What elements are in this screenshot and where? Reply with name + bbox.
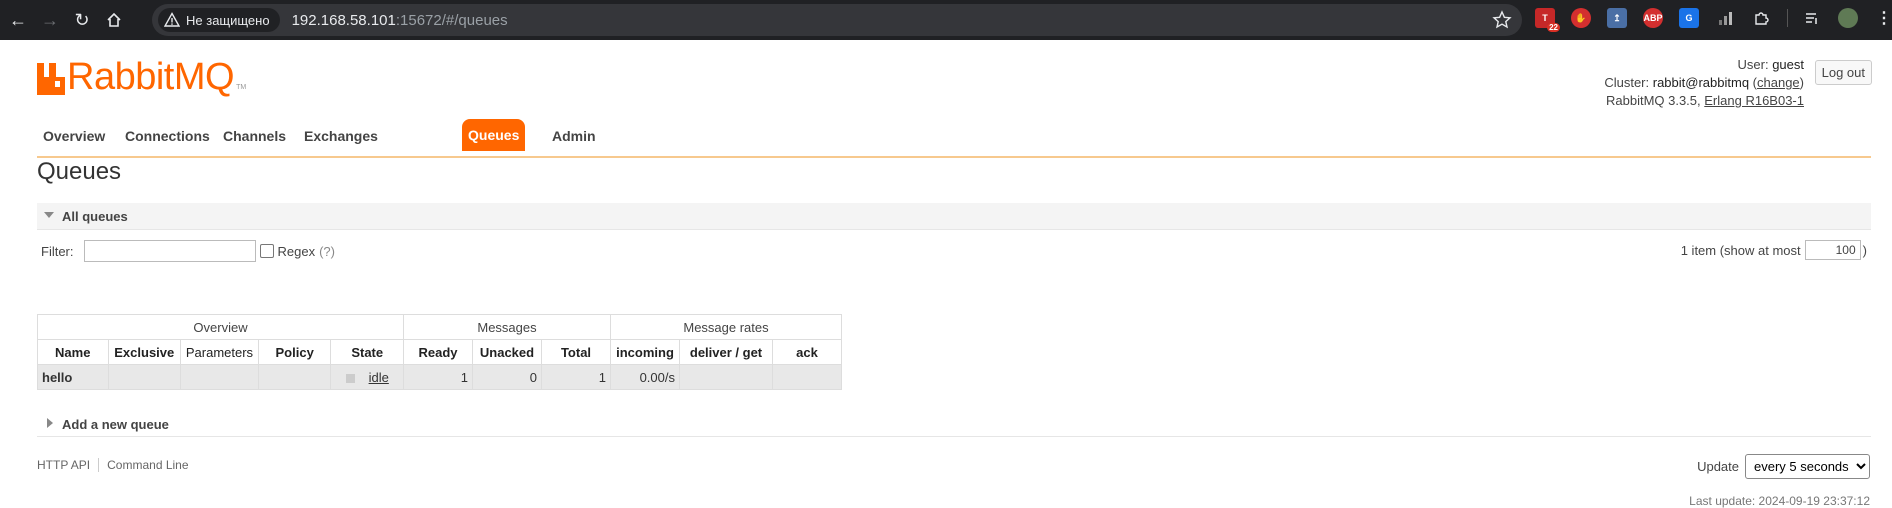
cell-parameters — [180, 364, 259, 390]
update-interval-select[interactable]: every 5 seconds — [1745, 454, 1870, 479]
user-name: guest — [1772, 57, 1804, 72]
tab-overview[interactable]: Overview — [37, 120, 111, 152]
tab-admin[interactable]: Admin — [546, 120, 602, 152]
update-control: Update every 5 seconds — [1697, 454, 1870, 479]
col-deliver-get[interactable]: deliver / get — [679, 339, 773, 365]
cell-policy — [257, 364, 332, 390]
extension-stop-icon[interactable]: ✋ — [1571, 8, 1591, 28]
security-chip[interactable]: Не защищено — [158, 8, 280, 32]
show-at-most-input[interactable]: 100 — [1804, 240, 1861, 260]
filter-label: Filter: — [41, 243, 74, 259]
col-ack[interactable]: ack — [772, 339, 842, 365]
filter-input[interactable] — [83, 240, 256, 262]
col-total[interactable]: Total — [541, 339, 611, 365]
last-update-text: Last update: 2024-09-19 23:37:12 — [1689, 494, 1870, 508]
all-queues-section-toggle[interactable]: All queues — [37, 203, 1871, 230]
warning-icon — [164, 12, 180, 27]
regex-checkbox[interactable] — [259, 244, 274, 258]
reload-icon[interactable]: ↻ — [68, 6, 96, 34]
cell-exclusive — [107, 364, 182, 390]
forward-icon[interactable]: → — [36, 6, 64, 34]
security-label: Не защищено — [186, 12, 270, 28]
col-name[interactable]: Name — [37, 339, 109, 365]
cell-ready: 1 — [403, 364, 473, 390]
group-messages: Messages — [403, 314, 611, 340]
tab-exchanges[interactable]: Exchanges — [298, 120, 384, 152]
table-row[interactable]: hello idle 1 0 1 0.00/s — [37, 364, 842, 390]
logout-button[interactable]: Log out — [1814, 60, 1872, 85]
cell-total: 1 — [541, 364, 611, 390]
col-unacked[interactable]: Unacked — [472, 339, 542, 365]
rabbitmq-logo-icon — [37, 63, 65, 95]
reading-list-icon[interactable] — [1802, 8, 1822, 28]
expand-arrow-icon — [47, 418, 53, 428]
rabbitmq-logo[interactable]: RabbitMQ TM — [37, 56, 247, 98]
tab-queues[interactable]: Queues — [462, 119, 526, 151]
col-parameters[interactable]: Parameters — [180, 339, 259, 365]
collapse-arrow-icon — [44, 212, 54, 218]
cell-incoming: 0.00/s — [610, 364, 680, 390]
page-title: Queues — [37, 158, 122, 185]
state-indicator-icon — [345, 373, 355, 383]
brand-tm: TM — [236, 84, 247, 91]
col-exclusive[interactable]: Exclusive — [107, 339, 182, 365]
extension-stats-icon[interactable] — [1715, 8, 1735, 28]
erlang-version: Erlang R16B03-1 — [1704, 93, 1804, 108]
col-state[interactable]: State — [330, 339, 404, 365]
queues-table: Overview Messages Message rates Name Exc… — [37, 314, 842, 390]
main-nav: Overview Connections Channels Exchanges … — [37, 116, 1871, 158]
cluster-name: rabbit@rabbitmq — [1652, 75, 1750, 90]
queue-name-link[interactable]: hello — [37, 364, 109, 390]
browser-menu-icon[interactable]: ⋮ — [1874, 8, 1892, 28]
bookmark-star-icon[interactable] — [1492, 10, 1512, 30]
http-api-link[interactable]: HTTP API — [37, 458, 90, 472]
items-count-text: 1 item (show at most — [1680, 242, 1801, 258]
extension-tasks-icon[interactable]: T 22 — [1535, 8, 1560, 32]
all-queues-label: All queues — [62, 209, 128, 224]
footer-divider — [98, 458, 100, 472]
regex-help-link[interactable]: (?) — [319, 244, 335, 259]
tab-channels[interactable]: Channels — [217, 120, 292, 152]
group-message-rates: Message rates — [610, 314, 842, 340]
url-text[interactable]: 192.168.58.101:15672/#/queues — [292, 12, 508, 29]
group-overview: Overview — [37, 314, 404, 340]
home-icon[interactable] — [100, 6, 128, 34]
add-queue-section-toggle[interactable]: Add a new queue — [37, 410, 1871, 437]
state-idle: idle — [368, 369, 389, 385]
cell-deliver-get — [679, 364, 773, 390]
profile-avatar-icon[interactable] — [1838, 8, 1858, 28]
col-policy[interactable]: Policy — [257, 339, 332, 365]
extension-adblock-icon[interactable]: ABP — [1643, 8, 1663, 28]
login-details: User: guest Cluster: rabbit@rabbitmq (ch… — [1604, 57, 1804, 108]
col-ready[interactable]: Ready — [403, 339, 473, 365]
tab-connections[interactable]: Connections — [119, 120, 216, 152]
cell-state: idle — [330, 364, 404, 390]
cell-unacked: 0 — [472, 364, 542, 390]
extension-translate-icon[interactable]: G — [1679, 8, 1699, 28]
address-bar[interactable]: Не защищено 192.168.58.101:15672/#/queue… — [152, 4, 1522, 36]
extensions-bar: T 22 ✋ ↥ ABP G ⋮ — [1535, 8, 1892, 32]
browser-toolbar: ← → ↻ Не защищено 192.168.58.101:15672/#… — [0, 0, 1892, 40]
filter-bar: Filter: Regex (?) — [41, 240, 335, 262]
update-label: Update — [1697, 459, 1739, 474]
items-count: 1 item (show at most 100 ) — [1681, 240, 1867, 260]
brand-name: RabbitMQ — [67, 56, 235, 98]
rabbitmq-version: RabbitMQ 3.3.5, — [1605, 93, 1701, 108]
cell-ack — [772, 364, 842, 390]
add-queue-label: Add a new queue — [62, 417, 169, 432]
col-incoming[interactable]: incoming — [610, 339, 680, 365]
command-line-link[interactable]: Command Line — [107, 458, 188, 472]
back-icon[interactable]: ← — [4, 6, 32, 34]
change-cluster-link[interactable]: change — [1757, 75, 1800, 90]
regex-label: Regex — [277, 243, 316, 259]
extensions-puzzle-icon[interactable] — [1751, 8, 1771, 28]
footer-links: HTTP API Command Line — [37, 458, 189, 472]
extension-upload-icon[interactable]: ↥ — [1607, 8, 1627, 28]
